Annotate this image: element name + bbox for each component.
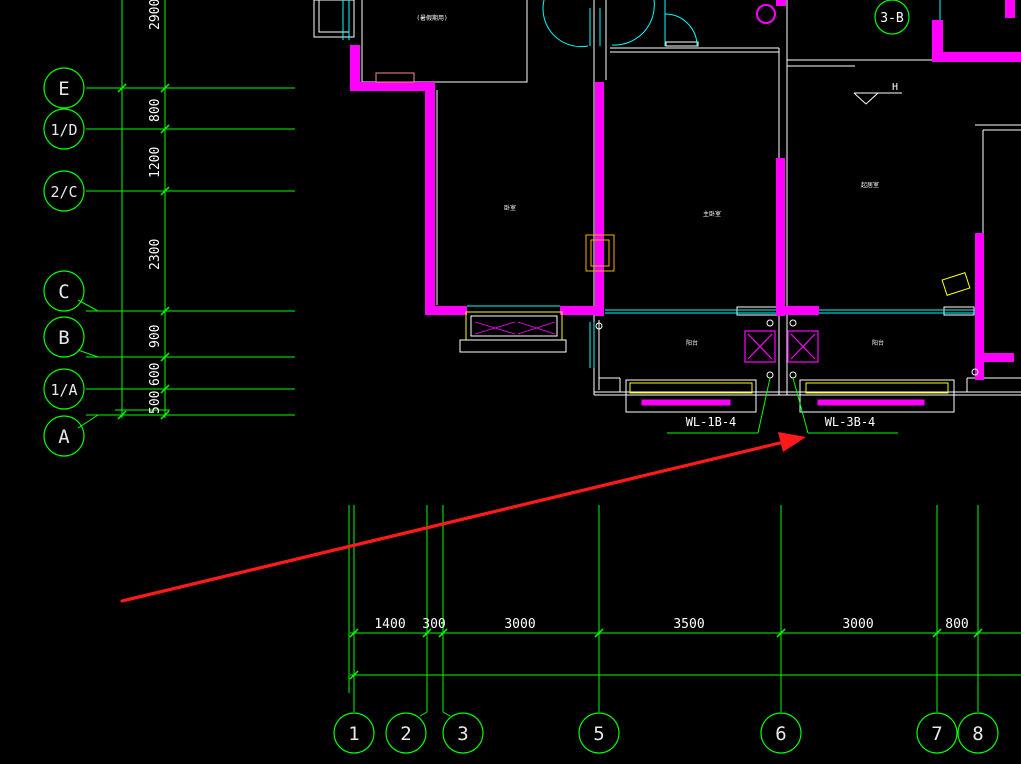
hdim-3500: 3500 <box>673 617 704 632</box>
row-axis-bubbles: E 1/D 2/C C B 1/A A <box>43 67 99 457</box>
horizontal-dimension-labels: 1400 300 3000 3500 3000 800 <box>374 617 968 632</box>
hdim-3000-a: 3000 <box>504 617 535 632</box>
svg-text:6: 6 <box>775 723 786 745</box>
svg-text:E: E <box>58 78 69 100</box>
svg-text:5: 5 <box>593 723 604 745</box>
vertical-dimension-chain <box>86 0 295 420</box>
room-label-master-bedroom: 主卧室 <box>703 210 721 218</box>
axis-bubble-A: A <box>43 415 85 457</box>
svg-text:B: B <box>58 327 69 349</box>
axis-bubble-C: C <box>43 270 85 312</box>
axis-bubble-5: 5 <box>578 712 620 754</box>
svg-text:8: 8 <box>972 723 983 745</box>
hdim-300: 300 <box>422 617 445 632</box>
axis-bubble-1: 1 <box>333 712 375 754</box>
hdim-800: 800 <box>945 617 968 632</box>
svg-text:1/A: 1/A <box>50 381 77 399</box>
svg-text:1/D: 1/D <box>50 121 77 139</box>
hdim-3000-b: 3000 <box>842 617 873 632</box>
vdim-600: 600 <box>148 363 163 386</box>
unit-tag: 3-B <box>874 0 910 35</box>
riser-tag-left: WL-1B-4 <box>686 415 737 429</box>
horizontal-dimension-chain <box>348 505 1021 712</box>
annotation-arrow <box>120 432 806 603</box>
axis-bubble-E: E <box>43 67 85 109</box>
room-label-balcony-right: 阳台 <box>872 339 884 347</box>
svg-text:2: 2 <box>400 723 411 745</box>
axis-bubble-3: 3 <box>442 712 484 754</box>
axis-bubble-8: 8 <box>957 712 999 754</box>
room-label-storage: (暑假期用) <box>416 14 447 22</box>
vertical-dimension-labels: 2900 800 1200 2300 900 600 500 <box>148 0 163 414</box>
vdim-500: 500 <box>148 391 163 414</box>
axis-bubble-7: 7 <box>916 712 958 754</box>
axis-bubble-1A: 1/A <box>43 368 85 410</box>
column-axis-bubbles: 1 2 3 5 6 7 8 <box>333 711 999 754</box>
room-label-living-room: 起居室 <box>861 181 879 189</box>
hdim-1400: 1400 <box>374 617 405 632</box>
axis-bubble-6: 6 <box>760 712 802 754</box>
svg-text:3-B: 3-B <box>880 11 904 26</box>
axis-bubble-2: 2 <box>385 712 427 754</box>
axis-bubble-2C: 2/C <box>43 170 85 212</box>
elevation-mark: H <box>853 82 902 105</box>
axis-bubble-B: B <box>43 316 85 358</box>
vdim-900: 900 <box>148 325 163 348</box>
vdim-800: 800 <box>148 99 163 122</box>
room-label-balcony-left: 阳台 <box>686 339 698 347</box>
svg-text:7: 7 <box>931 723 942 745</box>
svg-text:2/C: 2/C <box>50 183 77 201</box>
svg-text:1: 1 <box>348 723 359 745</box>
riser-tag-right: WL-3B-4 <box>825 415 876 429</box>
svg-text:H: H <box>892 82 898 93</box>
vdim-2900: 2900 <box>148 0 163 30</box>
axis-bubble-1D: 1/D <box>43 108 85 150</box>
svg-text:C: C <box>58 281 69 303</box>
vdim-2300: 2300 <box>148 239 163 270</box>
svg-text:3: 3 <box>457 723 468 745</box>
floor-plan: (暑假期用) 卧室 主卧室 起居室 阳台 阳台 3-B H WL-1B-4 WL… <box>313 0 1021 434</box>
vdim-1200: 1200 <box>148 147 163 178</box>
room-label-bedroom: 卧室 <box>504 204 516 212</box>
cad-floor-plan: 2900 800 1200 2300 900 600 500 E 1/D 2/C… <box>43 0 1021 754</box>
svg-text:A: A <box>58 426 70 448</box>
